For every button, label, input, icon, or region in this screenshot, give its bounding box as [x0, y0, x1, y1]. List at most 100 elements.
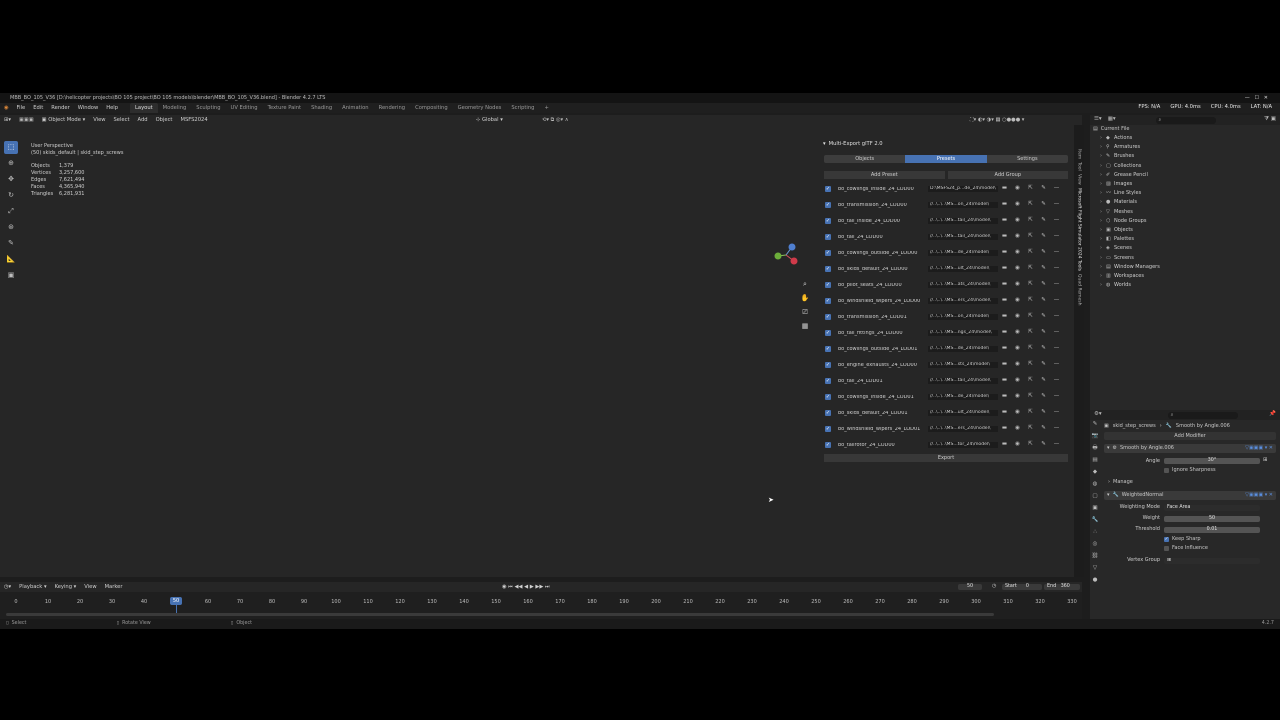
folder-icon[interactable]: ▬: [1000, 330, 1009, 336]
preset-row[interactable]: ✓ bo_transmission_24_LOD01 //..\..\..\MS..…: [822, 309, 1070, 325]
remove-icon[interactable]: —: [1052, 378, 1061, 384]
pan-hand-icon[interactable]: ✋: [800, 291, 810, 305]
add-preset-button[interactable]: Add Preset: [824, 171, 945, 179]
preset-path-field[interactable]: //..\..\..\MS...de_24\model\: [928, 345, 998, 353]
move-icon[interactable]: ✥: [4, 173, 18, 186]
tab-layout[interactable]: Layout: [130, 103, 158, 113]
tab-objects[interactable]: Objects: [824, 155, 905, 163]
window-controls[interactable]: — ☐ ✕: [1245, 93, 1268, 103]
edit-icon[interactable]: ✎: [1039, 410, 1048, 416]
folder-icon[interactable]: ▬: [1000, 426, 1009, 432]
outliner-item[interactable]: › ▢ Collections: [1100, 162, 1280, 171]
particles-tab-icon[interactable]: ∴: [1091, 529, 1099, 538]
export-button[interactable]: Export: [824, 454, 1068, 462]
tab-settings[interactable]: Settings: [987, 155, 1068, 163]
preset-checkbox[interactable]: ✓: [825, 218, 831, 224]
physics-tab-icon[interactable]: ◎: [1091, 541, 1099, 550]
collection-tab-icon[interactable]: ▢: [1091, 493, 1099, 502]
weight-field[interactable]: 50: [1164, 515, 1260, 522]
folder-icon[interactable]: ▬: [1000, 314, 1009, 320]
remove-icon[interactable]: —: [1052, 234, 1061, 240]
timeline-playback-menu[interactable]: Playback ▾: [15, 582, 50, 592]
preset-checkbox[interactable]: ✓: [825, 234, 831, 240]
preset-checkbox[interactable]: ✓: [825, 314, 831, 320]
snapping-icons[interactable]: ⟲▾ ⧉ ◎▾ ∧: [538, 115, 573, 125]
eye-icon[interactable]: ◉: [1013, 410, 1022, 416]
preset-path-field[interactable]: //..\..\..\MS...ult_24\model\: [928, 265, 998, 273]
edit-icon[interactable]: ✎: [1039, 250, 1048, 256]
eye-icon[interactable]: ◉: [1013, 298, 1022, 304]
eye-icon[interactable]: ◉: [1013, 346, 1022, 352]
header-view-menu[interactable]: View: [89, 115, 109, 125]
remove-icon[interactable]: —: [1052, 298, 1061, 304]
outliner-item[interactable]: › ◍ Worlds: [1100, 281, 1280, 290]
zoom-icon[interactable]: ⌕: [800, 277, 810, 291]
eye-icon[interactable]: ◉: [1013, 266, 1022, 272]
edit-icon[interactable]: ✎: [1039, 426, 1048, 432]
preset-path-field[interactable]: //..\..\..\MS...ers_24\model\: [928, 425, 998, 433]
sidebar-tab-tool[interactable]: Tool: [1076, 162, 1082, 171]
modifier-visibility-icons[interactable]: ▽▣▣▣ ▾ ✕: [1245, 493, 1273, 498]
preset-row[interactable]: ✓ bo_cowlings_outside_24_LOD00 //..\..\..\…: [822, 245, 1070, 261]
vertex-group-field[interactable]: ⊞: [1164, 557, 1260, 564]
threshold-field[interactable]: 0.01: [1164, 526, 1260, 533]
preset-row[interactable]: ✓ bo_cowlings_inside_24_LOD01 //..\..\..\M…: [822, 389, 1070, 405]
tab-presets[interactable]: Presets: [905, 155, 987, 163]
navigation-gizmo[interactable]: [772, 239, 800, 271]
ignore-sharpness-checkbox[interactable]: [1164, 468, 1169, 473]
export-icon[interactable]: ⇱: [1026, 330, 1035, 336]
outliner-item[interactable]: › ⚲ Armatures: [1100, 143, 1280, 152]
preset-row[interactable]: ✓ bo_tail_24_LOD01 //..\..\..\MS...tail_24…: [822, 373, 1070, 389]
sidebar-tab-msfs-tools[interactable]: Microsoft Flight Simulator 2024 Tools: [1076, 188, 1082, 271]
tab-texture-paint[interactable]: Texture Paint: [263, 103, 306, 113]
eye-icon[interactable]: ◉: [1013, 426, 1022, 432]
preset-checkbox[interactable]: ✓: [825, 378, 831, 384]
eye-icon[interactable]: ◉: [1013, 186, 1022, 192]
preset-path-field[interactable]: //..\..\..\MS...on_24\model\: [928, 201, 998, 209]
folder-icon[interactable]: ▬: [1000, 234, 1009, 240]
sidebar-tab-quad-remesh[interactable]: Quad Remesh: [1076, 274, 1082, 305]
edit-icon[interactable]: ✎: [1039, 234, 1048, 240]
preset-path-field[interactable]: //..\..\..\MS...de_24\model\: [928, 249, 998, 257]
remove-icon[interactable]: —: [1052, 314, 1061, 320]
tab-rendering[interactable]: Rendering: [374, 103, 411, 113]
edit-icon[interactable]: ✎: [1039, 202, 1048, 208]
edit-icon[interactable]: ✎: [1039, 218, 1048, 224]
folder-icon[interactable]: ▬: [1000, 202, 1009, 208]
outliner-root[interactable]: ▤ Current File: [1090, 125, 1280, 134]
export-icon[interactable]: ⇱: [1026, 298, 1035, 304]
preset-path-field[interactable]: //..\..\..\MS...ngs_24\model\: [928, 329, 998, 337]
preset-checkbox[interactable]: ✓: [825, 394, 831, 400]
render-tab-icon[interactable]: 📷: [1091, 433, 1099, 442]
remove-icon[interactable]: —: [1052, 394, 1061, 400]
remove-icon[interactable]: —: [1052, 282, 1061, 288]
tab-sculpting[interactable]: Sculpting: [191, 103, 225, 113]
header-msfs-menu[interactable]: MSFS2024: [176, 115, 211, 125]
editor-type-icon[interactable]: ⊞▾: [0, 115, 15, 125]
outliner-item[interactable]: › 〰 Line Styles: [1100, 189, 1280, 198]
edit-icon[interactable]: ✎: [1039, 186, 1048, 192]
remove-icon[interactable]: —: [1052, 362, 1061, 368]
cursor-icon[interactable]: ⊕: [4, 157, 18, 170]
end-frame-field[interactable]: End 360: [1044, 584, 1080, 590]
preset-path-field[interactable]: //..\..\..\MS...ult_24\model\: [928, 409, 998, 417]
scene-tab-icon[interactable]: ◆: [1091, 469, 1099, 478]
outliner-item[interactable]: › ✎ Brushes: [1100, 152, 1280, 161]
outliner-item[interactable]: › ▨ Images: [1100, 180, 1280, 189]
face-influence-row[interactable]: Face Influence: [1104, 544, 1276, 553]
modifier-name-field[interactable]: WeightedNormal: [1122, 493, 1202, 498]
transform-icon[interactable]: ⊛: [4, 221, 18, 234]
preset-row[interactable]: ✓ bo_engine_exhausts_24_LOD00 //..\..\..\M…: [822, 357, 1070, 373]
playback-controls[interactable]: ◉ ⏮ ◀◀ ◀ ▶ ▶▶ ⏭: [498, 582, 554, 592]
preset-path-field[interactable]: //..\..\..\MS...de_24\model\: [928, 393, 998, 401]
preset-checkbox[interactable]: ✓: [825, 298, 831, 304]
sidebar-tab-item[interactable]: Item: [1076, 149, 1082, 159]
edit-icon[interactable]: ✎: [1039, 362, 1048, 368]
preset-checkbox[interactable]: ✓: [825, 442, 831, 448]
timeline-scrollbar[interactable]: [6, 613, 994, 616]
export-icon[interactable]: ⇱: [1026, 378, 1035, 384]
export-icon[interactable]: ⇱: [1026, 394, 1035, 400]
export-icon[interactable]: ⇱: [1026, 250, 1035, 256]
camera-view-icon[interactable]: ⎚: [800, 305, 810, 319]
export-icon[interactable]: ⇱: [1026, 202, 1035, 208]
